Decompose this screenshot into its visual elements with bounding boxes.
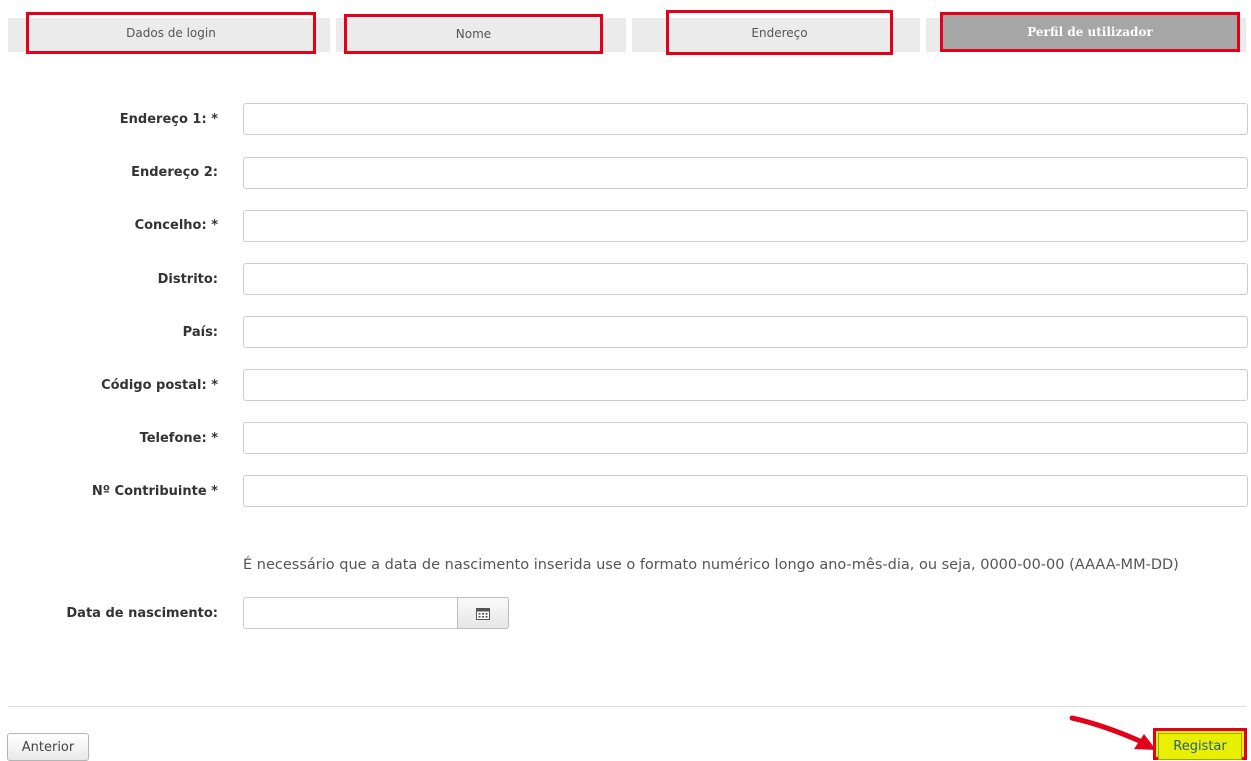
birthdate-input[interactable] [244,598,457,628]
calendar-button[interactable] [457,597,509,629]
codigo-postal-field[interactable] [243,369,1248,401]
endereco-2-input[interactable] [244,158,1247,188]
concelho-field[interactable] [243,210,1248,242]
previous-button[interactable]: Anterior [7,733,89,761]
contribuinte-input[interactable] [244,476,1247,506]
step-separator [330,18,336,52]
red-arrow-annotation-icon [1069,715,1156,750]
telefone-field[interactable] [243,422,1248,454]
label-endereco-1: Endereço 1: * [119,112,218,127]
label-data-nascimento: Data de nascimento: [66,606,218,621]
label-concelho: Concelho: * [134,218,218,233]
label-endereco-2: Endereço 2: [131,165,218,180]
endereco-1-input[interactable] [244,104,1247,134]
contribuinte-field[interactable] [243,475,1248,507]
label-contribuinte: Nº Contribuinte * [91,484,218,499]
label-telefone: Telefone: * [139,431,218,446]
tab-perfil-de-utilizador[interactable]: Perfil de utilizador [940,12,1240,52]
endereco-1-field[interactable] [243,103,1248,135]
endereco-2-field[interactable] [243,157,1248,189]
label-codigo-postal: Código postal: * [101,378,218,393]
birthdate-help-text: É necessário que a data de nascimento in… [243,557,1179,573]
concelho-input[interactable] [244,211,1247,241]
tab-endereco[interactable]: Endereço [666,10,893,55]
pais-input[interactable] [244,317,1247,347]
step-separator [626,18,632,52]
label-distrito: Distrito: [157,272,218,287]
register-button[interactable]: Registar [1158,733,1242,760]
distrito-field[interactable] [243,263,1248,295]
calendar-icon [476,607,490,620]
codigo-postal-input[interactable] [244,370,1247,400]
pais-field[interactable] [243,316,1248,348]
distrito-input[interactable] [244,264,1247,294]
footer-divider [8,706,1246,707]
birthdate-field[interactable] [243,597,457,629]
label-pais: País: [182,325,218,340]
telefone-input[interactable] [244,423,1247,453]
step-separator [920,18,926,52]
tab-dados-de-login[interactable]: Dados de login [26,12,316,54]
tab-nome[interactable]: Nome [344,14,603,54]
